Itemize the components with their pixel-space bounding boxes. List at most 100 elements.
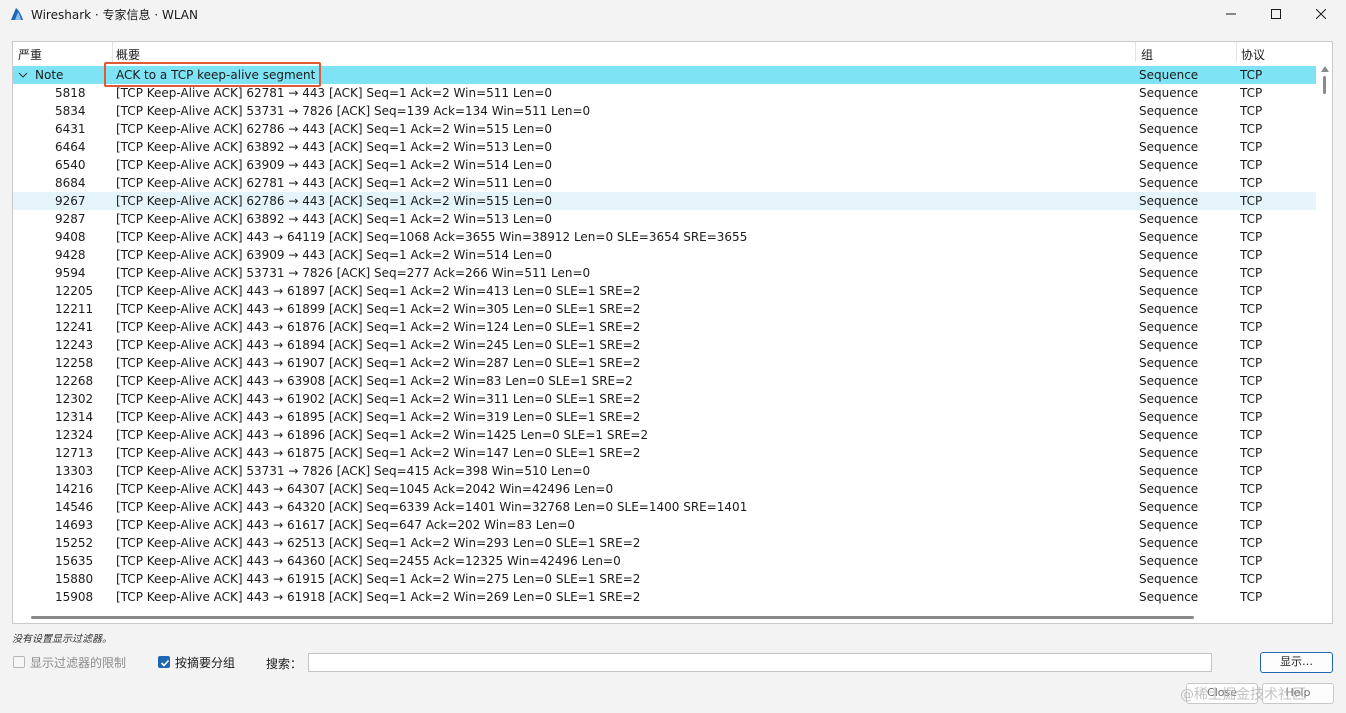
packet-protocol: TCP (1240, 500, 1263, 514)
minimize-button[interactable] (1208, 0, 1254, 28)
header-summary[interactable]: 概要 (116, 46, 140, 63)
tree-row-packet[interactable]: 9267 [TCP Keep-Alive ACK] 62786 → 443 [AC… (13, 192, 1316, 210)
vertical-scrollbar-thumb[interactable] (1323, 76, 1326, 94)
tree-row-packet[interactable]: 9408 [TCP Keep-Alive ACK] 443 → 64119 [AC… (13, 228, 1316, 246)
scroll-up-icon[interactable] (1321, 66, 1329, 72)
column-divider[interactable] (1135, 42, 1136, 62)
header-protocol[interactable]: 协议 (1241, 46, 1265, 63)
search-label: 搜索： (266, 657, 303, 671)
packet-group: Sequence (1139, 590, 1199, 604)
tree-row-packet[interactable]: 14546 [TCP Keep-Alive ACK] 443 → 64320 [A… (13, 498, 1316, 516)
packet-protocol: TCP (1240, 374, 1263, 388)
tree-row-packet[interactable]: 14216 [TCP Keep-Alive ACK] 443 → 64307 [A… (13, 480, 1316, 498)
packet-summary: [TCP Keep-Alive ACK] 443 → 61895 [ACK] S… (116, 410, 641, 424)
packet-protocol: TCP (1240, 230, 1263, 244)
tree-row-packet[interactable]: 9287 [TCP Keep-Alive ACK] 63892 → 443 [AC… (13, 210, 1316, 228)
packet-summary: [TCP Keep-Alive ACK] 443 → 61896 [ACK] S… (116, 428, 649, 442)
note-group: Sequence (1139, 68, 1199, 82)
packet-group: Sequence (1139, 302, 1199, 316)
header-group[interactable]: 组 (1141, 46, 1153, 63)
group-by-summary-checkbox[interactable] (158, 656, 170, 668)
packet-protocol: TCP (1240, 554, 1263, 568)
packet-summary: [TCP Keep-Alive ACK] 53731 → 7826 [ACK] … (116, 266, 591, 280)
header-severity[interactable]: 严重 (18, 46, 42, 63)
tree-row-packet[interactable]: 12258 [TCP Keep-Alive ACK] 443 → 61907 [A… (13, 354, 1316, 372)
packet-protocol: TCP (1240, 320, 1263, 334)
tree-row-packet[interactable]: 12241 [TCP Keep-Alive ACK] 443 → 61876 [A… (13, 318, 1316, 336)
tree-row-packet[interactable]: 5834 [TCP Keep-Alive ACK] 53731 → 7826 [A… (13, 102, 1316, 120)
packet-protocol: TCP (1240, 536, 1263, 550)
limit-to-filter-checkbox[interactable] (13, 656, 25, 668)
tree-row-packet[interactable]: 12211 [TCP Keep-Alive ACK] 443 → 61899 [A… (13, 300, 1316, 318)
packet-group: Sequence (1139, 122, 1199, 136)
packet-summary: [TCP Keep-Alive ACK] 443 → 61876 [ACK] S… (116, 320, 641, 334)
packet-summary: [TCP Keep-Alive ACK] 443 → 61899 [ACK] S… (116, 302, 641, 316)
tree-row-packet[interactable]: 9594 [TCP Keep-Alive ACK] 53731 → 7826 [A… (13, 264, 1316, 282)
packet-summary: [TCP Keep-Alive ACK] 443 → 64307 [ACK] S… (116, 482, 614, 496)
packet-number: 6464 (55, 140, 86, 154)
filter-status-text: 没有设置显示过滤器。 (12, 634, 112, 645)
note-protocol: TCP (1240, 68, 1263, 82)
packet-summary: [TCP Keep-Alive ACK] 63909 → 443 [ACK] S… (116, 248, 553, 262)
horizontal-scrollbar-thumb[interactable] (31, 616, 1194, 619)
packet-group: Sequence (1139, 428, 1199, 442)
packet-protocol: TCP (1240, 338, 1263, 352)
packet-number: 6540 (55, 158, 86, 172)
packet-number: 12241 (55, 320, 94, 334)
packet-group: Sequence (1139, 464, 1199, 478)
packet-summary: [TCP Keep-Alive ACK] 53731 → 7826 [ACK] … (116, 104, 591, 118)
tree-row-packet[interactable]: 8684 [TCP Keep-Alive ACK] 62781 → 443 [AC… (13, 174, 1316, 192)
wireshark-fin-icon (11, 8, 23, 20)
group-by-summary-label[interactable]: 按摘要分组 (175, 654, 235, 671)
tree-row-packet[interactable]: 6540 [TCP Keep-Alive ACK] 63909 → 443 [AC… (13, 156, 1316, 174)
tree-row-packet[interactable]: 12324 [TCP Keep-Alive ACK] 443 → 61896 [A… (13, 426, 1316, 444)
limit-to-filter-label[interactable]: 显示过滤器的限制 (30, 654, 126, 671)
tree-row-packet[interactable]: 12268 [TCP Keep-Alive ACK] 443 → 63908 [A… (13, 372, 1316, 390)
tree-row-packet[interactable]: 15252 [TCP Keep-Alive ACK] 443 → 62513 [A… (13, 534, 1316, 552)
packet-protocol: TCP (1240, 302, 1263, 316)
packet-protocol: TCP (1240, 284, 1263, 298)
packet-protocol: TCP (1240, 572, 1263, 586)
tree-row-packet[interactable]: 12205 [TCP Keep-Alive ACK] 443 → 61897 [A… (13, 282, 1316, 300)
tree-row-packet[interactable]: 14693 [TCP Keep-Alive ACK] 443 → 61617 [A… (13, 516, 1316, 534)
show-button[interactable]: 显示… (1260, 652, 1333, 673)
tree-row-packet[interactable]: 15908 [TCP Keep-Alive ACK] 443 → 61918 [A… (13, 588, 1316, 606)
packet-number: 12314 (55, 410, 94, 424)
packet-number: 8684 (55, 176, 86, 190)
chevron-down-icon[interactable] (18, 66, 28, 84)
packet-number: 13303 (55, 464, 94, 478)
search-input[interactable] (308, 653, 1212, 672)
tree-row-packet[interactable]: 9428 [TCP Keep-Alive ACK] 63909 → 443 [AC… (13, 246, 1316, 264)
tree-row-packet[interactable]: 15635 [TCP Keep-Alive ACK] 443 → 64360 [A… (13, 552, 1316, 570)
packet-number: 12713 (55, 446, 94, 460)
column-divider[interactable] (112, 42, 113, 62)
packet-number: 12205 (55, 284, 94, 298)
packet-number: 9267 (55, 194, 86, 208)
tree-row-packet[interactable]: 12713 [TCP Keep-Alive ACK] 443 → 61875 [A… (13, 444, 1316, 462)
packet-summary: [TCP Keep-Alive ACK] 63909 → 443 [ACK] S… (116, 158, 553, 172)
packet-summary: [TCP Keep-Alive ACK] 443 → 64119 [ACK] S… (116, 230, 748, 244)
packet-summary: [TCP Keep-Alive ACK] 443 → 62513 [ACK] S… (116, 536, 641, 550)
packet-summary: [TCP Keep-Alive ACK] 443 → 61617 [ACK] S… (116, 518, 575, 532)
tree-row-packet[interactable]: 6431 [TCP Keep-Alive ACK] 62786 → 443 [AC… (13, 120, 1316, 138)
packet-group: Sequence (1139, 572, 1199, 586)
tree-row-packet[interactable]: 15880 [TCP Keep-Alive ACK] 443 → 61915 [A… (13, 570, 1316, 588)
packet-group: Sequence (1139, 176, 1199, 190)
packet-number: 9428 (55, 248, 86, 262)
packet-summary: [TCP Keep-Alive ACK] 62786 → 443 [ACK] S… (116, 122, 553, 136)
column-divider[interactable] (1236, 42, 1237, 62)
close-window-button[interactable] (1298, 0, 1344, 28)
packet-number: 12258 (55, 356, 94, 370)
expert-info-tree[interactable]: 严重 概要 组 协议 Note ACK to a TCP keep-alive … (12, 41, 1333, 624)
maximize-button[interactable] (1253, 0, 1299, 28)
tree-row-packet[interactable]: 13303 [TCP Keep-Alive ACK] 53731 → 7826 [… (13, 462, 1316, 480)
tree-row-packet[interactable]: 6464 [TCP Keep-Alive ACK] 63892 → 443 [AC… (13, 138, 1316, 156)
packet-group: Sequence (1139, 86, 1199, 100)
tree-row-packet[interactable]: 12314 [TCP Keep-Alive ACK] 443 → 61895 [A… (13, 408, 1316, 426)
packet-protocol: TCP (1240, 518, 1263, 532)
tree-row-packet[interactable]: 12243 [TCP Keep-Alive ACK] 443 → 61894 [A… (13, 336, 1316, 354)
packet-summary: [TCP Keep-Alive ACK] 443 → 64320 [ACK] S… (116, 500, 748, 514)
packet-number: 14216 (55, 482, 94, 496)
tree-row-packet[interactable]: 12302 [TCP Keep-Alive ACK] 443 → 61902 [A… (13, 390, 1316, 408)
packet-number: 14693 (55, 518, 94, 532)
